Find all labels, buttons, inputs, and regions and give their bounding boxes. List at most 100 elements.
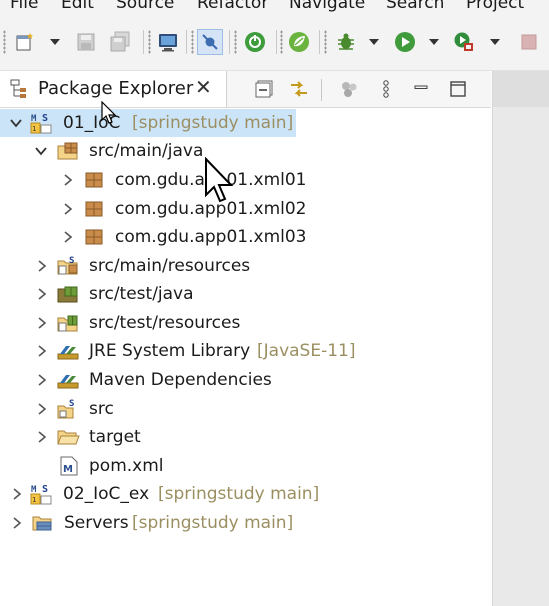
save-icon[interactable]: [73, 29, 99, 55]
tree-item-src-main-resources[interactable]: S src/main/resources: [0, 252, 491, 280]
external-tools-dropdown-arrow[interactable]: [490, 39, 500, 45]
chevron-right-icon[interactable]: [34, 256, 50, 276]
tree-item-src-test-java[interactable]: src/test/java: [0, 280, 491, 308]
spring-boot-dashboard-icon[interactable]: [242, 29, 268, 55]
tree-item-label: src/test/java: [89, 284, 194, 304]
toolbar-grip[interactable]: [234, 30, 237, 54]
folder-icon: [56, 426, 80, 448]
toolbar-grip[interactable]: [324, 30, 327, 54]
run-dropdown-arrow[interactable]: [429, 39, 439, 45]
debug-dropdown-arrow[interactable]: [369, 39, 379, 45]
menu-refactor[interactable]: Refactor: [197, 0, 268, 13]
toolbar-grip[interactable]: [148, 30, 151, 54]
chevron-right-icon[interactable]: [34, 370, 50, 390]
close-view-icon[interactable]: ✕: [195, 75, 212, 99]
tree-item-pom-xml[interactable]: M pom.xml: [0, 452, 491, 480]
header-separator: [321, 79, 322, 101]
tree-item-package[interactable]: com.gdu.app01.xml02: [0, 195, 491, 223]
new-wizard-icon[interactable]: [12, 29, 38, 55]
package-icon: [83, 226, 105, 248]
tree-item-target[interactable]: target: [0, 423, 491, 451]
chevron-right-icon[interactable]: [9, 484, 25, 504]
test-resource-folder-icon: [56, 312, 78, 334]
tree-item-decoration: [springstudy main]: [158, 484, 320, 504]
menu-search[interactable]: Search: [386, 0, 444, 13]
toolbar-separator: [186, 30, 187, 54]
save-all-icon[interactable]: [107, 29, 133, 55]
tree-item-package[interactable]: com.gdu.app01.xml03: [0, 223, 491, 251]
chevron-right-icon[interactable]: [34, 284, 50, 304]
chevron-right-icon[interactable]: [34, 341, 50, 361]
menu-project[interactable]: Project: [466, 0, 524, 13]
external-tools-icon[interactable]: [451, 29, 477, 55]
package-icon: [83, 198, 105, 220]
menu-navigate[interactable]: Navigate: [289, 0, 365, 13]
chevron-right-icon[interactable]: [60, 199, 76, 219]
tree-item-jre-system-library[interactable]: JRE System Library [JavaSE-11]: [0, 337, 491, 365]
toolbar-separator: [143, 30, 144, 54]
tree-item-project-02-ioc-ex[interactable]: MS1 02_IoC_ex [springstudy main]: [0, 480, 491, 508]
toolbar-grip[interactable]: [191, 30, 194, 54]
mouse-cursor-icon: [101, 101, 117, 124]
collapse-all-icon[interactable]: [251, 76, 277, 102]
editor-area: [492, 71, 549, 606]
test-source-folder-icon: [56, 283, 78, 305]
tree-item-decoration: [springstudy main]: [132, 113, 294, 133]
tree-item-src-test-resources[interactable]: src/test/resources: [0, 309, 491, 337]
tree-item-label: target: [89, 427, 141, 447]
menu-file[interactable]: File: [10, 0, 38, 13]
package-icon: [83, 169, 105, 191]
stop-icon[interactable]: [516, 29, 542, 55]
menu-source[interactable]: Source: [116, 0, 174, 13]
spring-icon[interactable]: [286, 29, 312, 55]
skip-breakpoints-icon[interactable]: [197, 29, 223, 55]
maven-project-icon: MS1: [30, 483, 52, 505]
tree-item-decoration: [springstudy main]: [132, 513, 294, 533]
svg-text:S: S: [69, 399, 74, 409]
tree-item-maven-dependencies[interactable]: Maven Dependencies: [0, 366, 491, 394]
chevron-right-icon[interactable]: [34, 313, 50, 333]
maven-pom-icon: M: [58, 455, 80, 477]
minimize-icon[interactable]: [408, 76, 434, 102]
chevron-right-icon[interactable]: [9, 513, 25, 533]
maximize-icon[interactable]: [445, 76, 471, 102]
run-icon[interactable]: [392, 29, 418, 55]
resource-folder-icon: S: [56, 255, 78, 277]
link-with-editor-icon[interactable]: [286, 76, 312, 102]
menu-edit[interactable]: Edit: [61, 0, 94, 13]
svg-text:S: S: [42, 113, 48, 124]
main-toolbar: [0, 16, 549, 71]
chevron-down-icon[interactable]: [33, 141, 49, 161]
tree-item-label: pom.xml: [89, 456, 164, 476]
view-title: Package Explorer: [38, 78, 194, 99]
chevron-right-icon[interactable]: [34, 427, 50, 447]
toolbar-separator: [276, 30, 277, 54]
chevron-down-icon[interactable]: [8, 113, 24, 133]
terminal-icon[interactable]: [155, 29, 181, 55]
toolbar-grip[interactable]: [3, 30, 6, 54]
toolbar-separator: [319, 30, 320, 54]
package-explorer-icon: [10, 79, 28, 103]
source-folder-icon: [56, 140, 78, 162]
tree-item-project-01-ioc[interactable]: MS1 01_IoC [springstudy main]: [0, 109, 296, 137]
focus-icon[interactable]: [336, 76, 362, 102]
chevron-right-icon[interactable]: [60, 170, 76, 190]
servers-project-icon: [31, 512, 53, 534]
view-menu-icon[interactable]: [373, 76, 399, 102]
package-explorer-tree: MS1 01_IoC [springstudy main] src/main/j…: [0, 108, 491, 606]
debug-icon[interactable]: [333, 29, 359, 55]
tree-item-src[interactable]: S src: [0, 395, 491, 423]
svg-text:1: 1: [32, 125, 36, 133]
tree-item-label: 02_IoC_ex: [63, 484, 150, 504]
chevron-right-icon[interactable]: [34, 399, 50, 419]
new-dropdown-arrow[interactable]: [50, 39, 60, 45]
toolbar-grip[interactable]: [280, 30, 283, 54]
tree-item-servers[interactable]: Servers [springstudy main]: [0, 509, 491, 537]
menu-bar: File Edit Source Refactor Navigate Searc…: [0, 0, 549, 16]
tree-item-src-main-java[interactable]: src/main/java: [0, 137, 491, 165]
svg-text:1: 1: [32, 496, 36, 504]
view-header: Package Explorer ✕: [0, 71, 491, 108]
library-icon: [56, 340, 79, 362]
tree-item-package[interactable]: com.gdu.app01.xml01: [0, 166, 491, 194]
chevron-right-icon[interactable]: [60, 227, 76, 247]
